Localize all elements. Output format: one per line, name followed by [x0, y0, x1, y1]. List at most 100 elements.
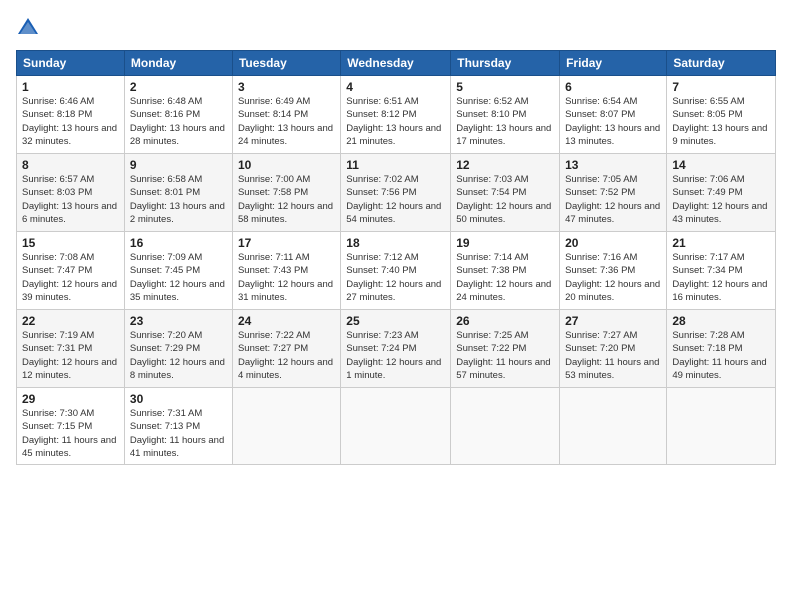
- day-cell: 5Sunrise: 6:52 AMSunset: 8:10 PMDaylight…: [451, 76, 560, 154]
- day-info: Sunrise: 7:09 AMSunset: 7:45 PMDaylight:…: [130, 251, 227, 304]
- logo-icon: [16, 16, 40, 40]
- day-number: 3: [238, 80, 335, 94]
- day-cell: 22Sunrise: 7:19 AMSunset: 7:31 PMDayligh…: [17, 310, 125, 388]
- day-info: Sunrise: 6:55 AMSunset: 8:05 PMDaylight:…: [672, 95, 770, 148]
- day-info: Sunrise: 7:28 AMSunset: 7:18 PMDaylight:…: [672, 329, 770, 382]
- day-cell: 24Sunrise: 7:22 AMSunset: 7:27 PMDayligh…: [232, 310, 340, 388]
- day-info: Sunrise: 7:12 AMSunset: 7:40 PMDaylight:…: [346, 251, 445, 304]
- day-number: 28: [672, 314, 770, 328]
- column-header-sunday: Sunday: [17, 51, 125, 76]
- day-number: 11: [346, 158, 445, 172]
- day-cell: 18Sunrise: 7:12 AMSunset: 7:40 PMDayligh…: [341, 232, 451, 310]
- day-number: 7: [672, 80, 770, 94]
- day-number: 5: [456, 80, 554, 94]
- day-number: 13: [565, 158, 661, 172]
- day-info: Sunrise: 6:54 AMSunset: 8:07 PMDaylight:…: [565, 95, 661, 148]
- column-header-wednesday: Wednesday: [341, 51, 451, 76]
- day-cell: 6Sunrise: 6:54 AMSunset: 8:07 PMDaylight…: [560, 76, 667, 154]
- day-cell: 8Sunrise: 6:57 AMSunset: 8:03 PMDaylight…: [17, 154, 125, 232]
- day-info: Sunrise: 7:02 AMSunset: 7:56 PMDaylight:…: [346, 173, 445, 226]
- day-info: Sunrise: 7:25 AMSunset: 7:22 PMDaylight:…: [456, 329, 554, 382]
- day-number: 9: [130, 158, 227, 172]
- day-cell: 4Sunrise: 6:51 AMSunset: 8:12 PMDaylight…: [341, 76, 451, 154]
- day-number: 23: [130, 314, 227, 328]
- day-cell: 30Sunrise: 7:31 AMSunset: 7:13 PMDayligh…: [124, 388, 232, 465]
- column-header-tuesday: Tuesday: [232, 51, 340, 76]
- day-info: Sunrise: 6:49 AMSunset: 8:14 PMDaylight:…: [238, 95, 335, 148]
- day-info: Sunrise: 6:52 AMSunset: 8:10 PMDaylight:…: [456, 95, 554, 148]
- day-cell: 9Sunrise: 6:58 AMSunset: 8:01 PMDaylight…: [124, 154, 232, 232]
- day-cell: 13Sunrise: 7:05 AMSunset: 7:52 PMDayligh…: [560, 154, 667, 232]
- day-number: 24: [238, 314, 335, 328]
- day-info: Sunrise: 7:23 AMSunset: 7:24 PMDaylight:…: [346, 329, 445, 382]
- week-row-2: 8Sunrise: 6:57 AMSunset: 8:03 PMDaylight…: [17, 154, 776, 232]
- column-header-saturday: Saturday: [667, 51, 776, 76]
- day-cell: 14Sunrise: 7:06 AMSunset: 7:49 PMDayligh…: [667, 154, 776, 232]
- day-info: Sunrise: 7:00 AMSunset: 7:58 PMDaylight:…: [238, 173, 335, 226]
- day-number: 22: [22, 314, 119, 328]
- day-info: Sunrise: 7:20 AMSunset: 7:29 PMDaylight:…: [130, 329, 227, 382]
- day-cell: [451, 388, 560, 465]
- day-number: 6: [565, 80, 661, 94]
- day-info: Sunrise: 7:14 AMSunset: 7:38 PMDaylight:…: [456, 251, 554, 304]
- day-info: Sunrise: 7:05 AMSunset: 7:52 PMDaylight:…: [565, 173, 661, 226]
- day-cell: 23Sunrise: 7:20 AMSunset: 7:29 PMDayligh…: [124, 310, 232, 388]
- day-cell: 20Sunrise: 7:16 AMSunset: 7:36 PMDayligh…: [560, 232, 667, 310]
- day-cell: 29Sunrise: 7:30 AMSunset: 7:15 PMDayligh…: [17, 388, 125, 465]
- week-row-3: 15Sunrise: 7:08 AMSunset: 7:47 PMDayligh…: [17, 232, 776, 310]
- day-cell: 7Sunrise: 6:55 AMSunset: 8:05 PMDaylight…: [667, 76, 776, 154]
- day-cell: 15Sunrise: 7:08 AMSunset: 7:47 PMDayligh…: [17, 232, 125, 310]
- day-cell: [560, 388, 667, 465]
- week-row-5: 29Sunrise: 7:30 AMSunset: 7:15 PMDayligh…: [17, 388, 776, 465]
- day-number: 29: [22, 392, 119, 406]
- day-number: 25: [346, 314, 445, 328]
- day-number: 21: [672, 236, 770, 250]
- day-number: 10: [238, 158, 335, 172]
- day-info: Sunrise: 7:16 AMSunset: 7:36 PMDaylight:…: [565, 251, 661, 304]
- day-cell: 26Sunrise: 7:25 AMSunset: 7:22 PMDayligh…: [451, 310, 560, 388]
- calendar-table: SundayMondayTuesdayWednesdayThursdayFrid…: [16, 50, 776, 465]
- day-number: 27: [565, 314, 661, 328]
- logo: [16, 16, 44, 40]
- day-number: 1: [22, 80, 119, 94]
- day-info: Sunrise: 6:58 AMSunset: 8:01 PMDaylight:…: [130, 173, 227, 226]
- column-header-friday: Friday: [560, 51, 667, 76]
- day-cell: 1Sunrise: 6:46 AMSunset: 8:18 PMDaylight…: [17, 76, 125, 154]
- day-number: 4: [346, 80, 445, 94]
- day-cell: 10Sunrise: 7:00 AMSunset: 7:58 PMDayligh…: [232, 154, 340, 232]
- day-info: Sunrise: 7:11 AMSunset: 7:43 PMDaylight:…: [238, 251, 335, 304]
- day-number: 8: [22, 158, 119, 172]
- day-cell: 3Sunrise: 6:49 AMSunset: 8:14 PMDaylight…: [232, 76, 340, 154]
- day-cell: 25Sunrise: 7:23 AMSunset: 7:24 PMDayligh…: [341, 310, 451, 388]
- column-header-thursday: Thursday: [451, 51, 560, 76]
- day-cell: 2Sunrise: 6:48 AMSunset: 8:16 PMDaylight…: [124, 76, 232, 154]
- day-cell: 12Sunrise: 7:03 AMSunset: 7:54 PMDayligh…: [451, 154, 560, 232]
- day-cell: 28Sunrise: 7:28 AMSunset: 7:18 PMDayligh…: [667, 310, 776, 388]
- day-info: Sunrise: 7:06 AMSunset: 7:49 PMDaylight:…: [672, 173, 770, 226]
- day-number: 20: [565, 236, 661, 250]
- day-number: 18: [346, 236, 445, 250]
- day-cell: [667, 388, 776, 465]
- day-number: 2: [130, 80, 227, 94]
- day-cell: 21Sunrise: 7:17 AMSunset: 7:34 PMDayligh…: [667, 232, 776, 310]
- day-cell: 27Sunrise: 7:27 AMSunset: 7:20 PMDayligh…: [560, 310, 667, 388]
- day-number: 17: [238, 236, 335, 250]
- day-number: 26: [456, 314, 554, 328]
- day-info: Sunrise: 6:51 AMSunset: 8:12 PMDaylight:…: [346, 95, 445, 148]
- day-cell: 19Sunrise: 7:14 AMSunset: 7:38 PMDayligh…: [451, 232, 560, 310]
- day-info: Sunrise: 7:03 AMSunset: 7:54 PMDaylight:…: [456, 173, 554, 226]
- day-number: 12: [456, 158, 554, 172]
- day-number: 15: [22, 236, 119, 250]
- day-cell: [232, 388, 340, 465]
- day-info: Sunrise: 7:27 AMSunset: 7:20 PMDaylight:…: [565, 329, 661, 382]
- day-info: Sunrise: 7:08 AMSunset: 7:47 PMDaylight:…: [22, 251, 119, 304]
- day-number: 19: [456, 236, 554, 250]
- day-cell: 11Sunrise: 7:02 AMSunset: 7:56 PMDayligh…: [341, 154, 451, 232]
- day-info: Sunrise: 6:48 AMSunset: 8:16 PMDaylight:…: [130, 95, 227, 148]
- column-header-monday: Monday: [124, 51, 232, 76]
- day-cell: 16Sunrise: 7:09 AMSunset: 7:45 PMDayligh…: [124, 232, 232, 310]
- day-number: 30: [130, 392, 227, 406]
- week-row-4: 22Sunrise: 7:19 AMSunset: 7:31 PMDayligh…: [17, 310, 776, 388]
- day-info: Sunrise: 7:31 AMSunset: 7:13 PMDaylight:…: [130, 407, 227, 460]
- day-cell: 17Sunrise: 7:11 AMSunset: 7:43 PMDayligh…: [232, 232, 340, 310]
